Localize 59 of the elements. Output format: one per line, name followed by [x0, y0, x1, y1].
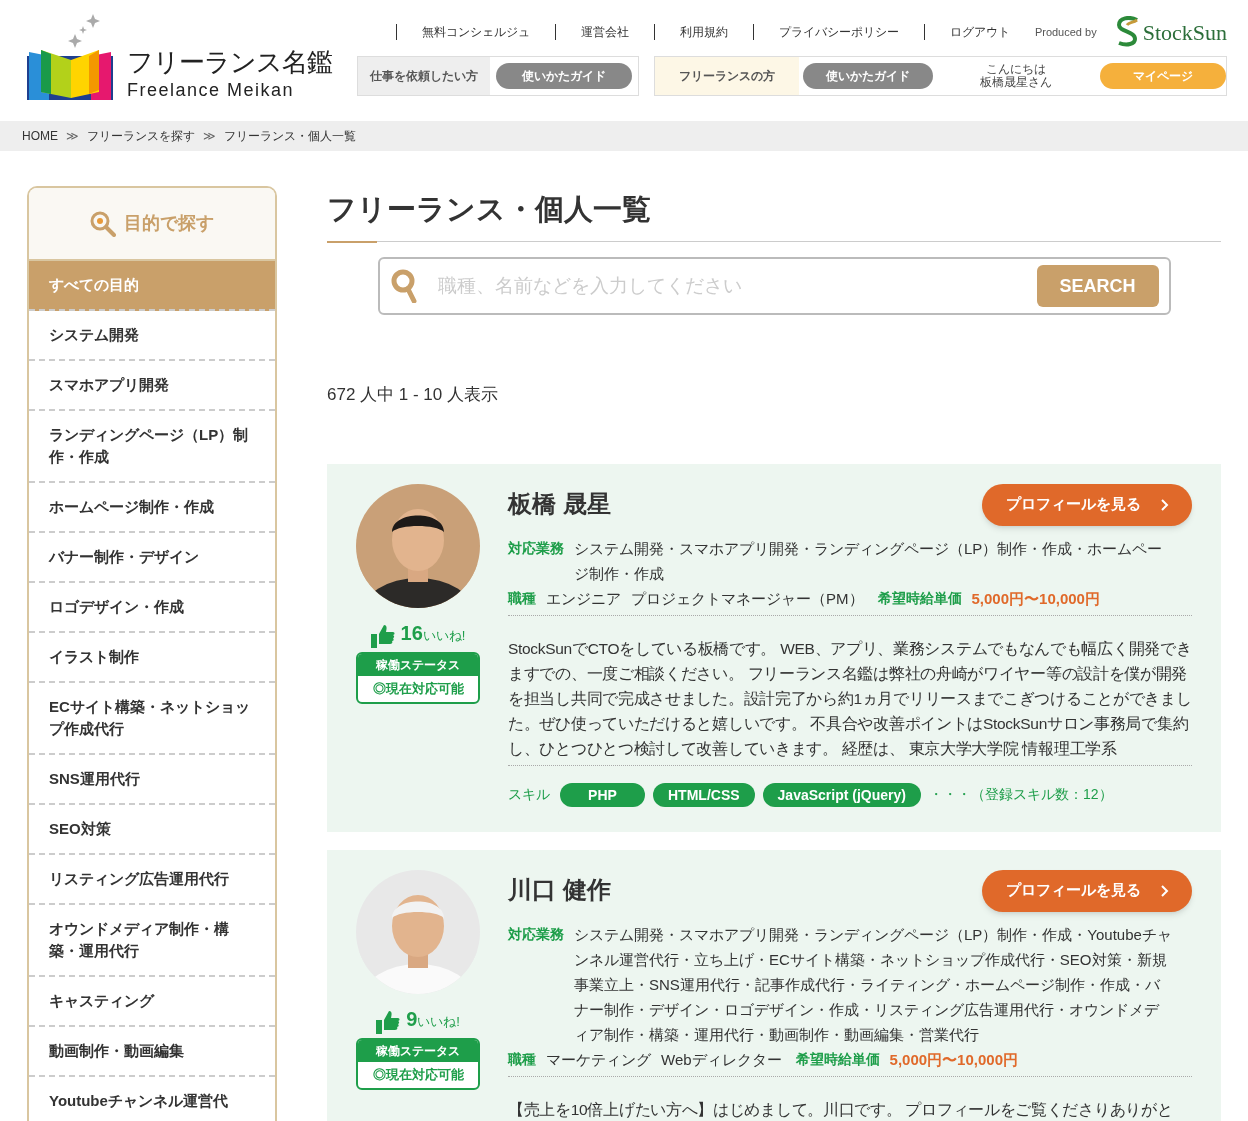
- guide-button[interactable]: 使いかたガイド: [496, 63, 632, 89]
- nav-link[interactable]: プライバシーポリシー: [753, 23, 924, 41]
- nav-link[interactable]: 運営会社: [555, 23, 654, 41]
- sidebar-heading: 目的で探す: [124, 212, 214, 235]
- greeting-text: こんにちは: [986, 63, 1047, 76]
- client-label: 仕事を依頼したい方: [358, 57, 490, 95]
- like-count: 9いいね!: [406, 1006, 460, 1032]
- separator-icon: ≫: [203, 127, 216, 145]
- brand-name: StockSun: [1142, 18, 1227, 47]
- job-text: マーケティング: [546, 1049, 651, 1070]
- breadcrumb-link[interactable]: フリーランス・個人一覧: [224, 127, 356, 145]
- search-icon: [389, 269, 418, 303]
- field-label: 対応業務: [508, 924, 564, 944]
- skill-count-text: ・・・（登録スキル数：12）: [928, 785, 1113, 804]
- status-text: ◎現在対応可能: [371, 679, 465, 698]
- field-label: 希望時給単価: [877, 588, 962, 608]
- logo-title: フリーランス名鑑: [127, 46, 332, 78]
- freelancer-label: フリーランスの方: [655, 57, 799, 95]
- thumbs-up-icon: [376, 1009, 401, 1034]
- nav-link[interactable]: ログアウト: [924, 23, 1035, 41]
- logo-subtitle: Freelance Meikan: [127, 79, 296, 102]
- nav-link[interactable]: 無料コンシェルジュ: [396, 23, 555, 41]
- services-text: システム開発・スマホアプリ開発・ランディングページ（LP）制作・作成・ホームページ制作・作成: [574, 538, 1164, 584]
- status-label: 稼働ステータス: [358, 1039, 478, 1062]
- job-text: エンジニア: [546, 588, 621, 609]
- field-label: 職種: [508, 1049, 536, 1069]
- produced-by-text: Produced by: [1034, 24, 1097, 40]
- like-count: 16いいね!: [400, 620, 466, 646]
- chevron-right-icon: [1160, 498, 1169, 511]
- guide-button[interactable]: 使いかたガイド: [803, 63, 934, 89]
- field-label: 職種: [508, 588, 536, 608]
- result-count: 672 人中 1 - 10 人表示: [327, 384, 499, 406]
- services-text: システム開発・スマホアプリ開発・ランディングページ（LP）制作・作成・Youtubeチャンネル運営代行・立ち上げ・ECサイト構築・ネットショップ作成代行・SEO対策・新規事業立上・SNS運用代行・記事作成代行・ライティング・ホームページ制作・作成・バナー制作・デザイン・ロゴデザイン・作成・リスティング広告運用代行・オウンドメディア制作・構築・運用代行・動画制作・動画編集・営業代行: [574, 924, 1172, 1045]
- job-text: Webディレクター: [661, 1049, 782, 1070]
- job-text: プロジェクトマネージャー（PM）: [631, 588, 864, 609]
- separator-icon: ≫: [66, 127, 79, 145]
- search-icon: [90, 210, 116, 237]
- status-text: ◎現在対応可能: [371, 1065, 465, 1084]
- page-title: フリーランス・個人一覧: [327, 192, 652, 227]
- chevron-right-icon: [1160, 884, 1169, 897]
- status-label: 稼働ステータス: [358, 653, 478, 676]
- nav-link[interactable]: 利用規約: [654, 23, 753, 41]
- thumbs-up-icon: [370, 623, 395, 648]
- bio-text: 【売上を10倍上げたい方へ】はじめまして。川口です。 プロフィールをご覧くださりありがと: [508, 1075, 1192, 1121]
- freelancer-name: 川口 健作: [508, 874, 611, 905]
- field-label: 希望時給単価: [795, 1049, 880, 1069]
- skill-tag: JavaScript (jQuery): [762, 782, 921, 807]
- breadcrumb-link[interactable]: HOME: [22, 127, 58, 145]
- skills-label: スキル: [508, 785, 550, 804]
- s-logo-icon: [1114, 16, 1141, 48]
- field-label: 対応業務: [508, 538, 564, 558]
- bio-text: StockSunでCTOをしている板橋です。 WEB、アプリ、業務システムでもなんでも幅広く開発できますでの、一度ご相談ください。 フリーランス名鑑は弊社の舟崎がワイヤー等の設計を僕が開発を担当し共同で完成させました。設計完了から約1ヵ月でリリースまでこぎつけることができました。ぜひ使っていただけると嬉しいです。 不具合や改善ポイントはStockSunサロン事務局で集約し、ひとつひとつ検討して改善していきます。 経歴は、 東京大学大学院 情報理工学系: [508, 614, 1192, 766]
- rate-text: 5,000円〜10,000円: [971, 588, 1100, 609]
- rate-text: 5,000円〜10,000円: [889, 1049, 1018, 1070]
- breadcrumb-link[interactable]: フリーランスを探す: [87, 127, 195, 145]
- freelancer-name: 板橋 晟星: [508, 488, 611, 519]
- skill-tag: PHP: [560, 782, 645, 807]
- greeting-text: 板橋晟星さん: [980, 76, 1053, 89]
- skill-tag: HTML/CSS: [653, 782, 755, 807]
